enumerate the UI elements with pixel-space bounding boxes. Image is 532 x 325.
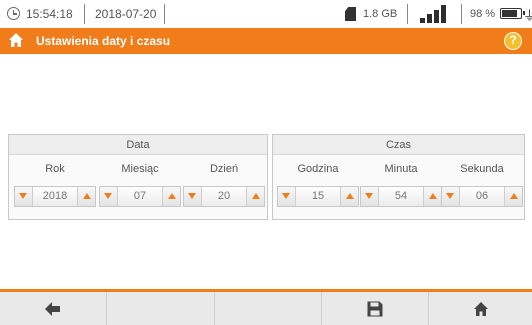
hour-increment-button[interactable] — [342, 187, 358, 206]
bottom-toolbar — [0, 289, 532, 325]
time-panel: Czas Godzina 15 Minuta 54 Sekunda 06 — [272, 134, 525, 220]
date-time-settings-screen: { "status_bar": { "time": "15:54:18", "d… — [0, 0, 532, 325]
save-button[interactable] — [322, 292, 429, 325]
hour-label: Godzina — [297, 163, 339, 175]
empty-button-2[interactable] — [107, 292, 215, 325]
plug-icon: ⏚ — [523, 8, 532, 23]
home-icon[interactable] — [8, 32, 24, 48]
status-separator — [407, 4, 408, 24]
day-value[interactable]: 20 — [201, 187, 247, 206]
title-bar: Ustawienia daty i czasu ? — [0, 28, 532, 54]
clock-icon — [7, 7, 20, 20]
year-field: Rok 2018 — [14, 163, 96, 213]
day-increment-button[interactable] — [248, 187, 264, 206]
home-icon — [473, 301, 488, 316]
day-decrement-button[interactable] — [184, 187, 200, 206]
year-value[interactable]: 2018 — [32, 187, 78, 206]
minute-label: Minuta — [384, 163, 418, 175]
hour-value[interactable]: 15 — [295, 187, 341, 206]
month-decrement-button[interactable] — [100, 187, 116, 206]
status-separator — [84, 4, 85, 24]
month-field: Miesiąc 07 — [99, 163, 181, 213]
day-spinner: 20 — [183, 186, 265, 207]
second-spinner: 06 — [441, 186, 523, 207]
signal-icon — [420, 5, 450, 23]
second-value[interactable]: 06 — [459, 187, 505, 206]
date-panel: Data Rok 2018 Miesiąc 07 Dzień 20 — [8, 134, 268, 220]
minute-increment-button[interactable] — [425, 187, 441, 206]
status-separator — [461, 4, 462, 24]
month-increment-button[interactable] — [164, 187, 180, 206]
page-title: Ustawienia daty i czasu — [36, 34, 171, 48]
date-panel-title: Data — [9, 135, 267, 155]
storage-free: 1.8 GB — [363, 8, 398, 20]
back-button[interactable] — [0, 292, 107, 325]
status-bar: 15:54:18 2018-07-20 1.8 GB 98 % ⏚ — [0, 0, 532, 28]
status-date: 2018-07-20 — [95, 7, 157, 21]
day-label: Dzień — [209, 163, 239, 175]
back-arrow-icon — [45, 301, 60, 316]
second-decrement-button[interactable] — [442, 187, 458, 206]
month-spinner: 07 — [99, 186, 181, 207]
second-label: Sekunda — [460, 163, 504, 175]
year-increment-button[interactable] — [79, 187, 95, 206]
year-decrement-button[interactable] — [15, 187, 31, 206]
home-button[interactable] — [429, 292, 532, 325]
minute-decrement-button[interactable] — [361, 187, 377, 206]
day-field: Dzień 20 — [183, 163, 265, 213]
hour-decrement-button[interactable] — [278, 187, 294, 206]
help-icon[interactable]: ? — [504, 32, 522, 50]
save-icon — [367, 301, 383, 316]
status-time: 15:54:18 — [26, 7, 73, 21]
hour-spinner: 15 — [277, 186, 359, 207]
hour-field: Godzina 15 — [277, 163, 359, 213]
battery-percent: 98 % — [470, 8, 496, 20]
second-field: Sekunda 06 — [441, 163, 523, 213]
status-separator — [164, 4, 165, 24]
month-label: Miesiąc — [121, 163, 159, 175]
minute-spinner: 54 — [360, 186, 442, 207]
year-spinner: 2018 — [14, 186, 96, 207]
minute-value[interactable]: 54 — [378, 187, 424, 206]
battery-icon — [500, 8, 525, 19]
empty-button-3[interactable] — [215, 292, 322, 325]
sd-card-icon — [345, 7, 356, 21]
month-value[interactable]: 07 — [117, 187, 163, 206]
second-increment-button[interactable] — [506, 187, 522, 206]
minute-field: Minuta 54 — [360, 163, 442, 213]
year-label: Rok — [45, 163, 65, 175]
time-panel-title: Czas — [273, 135, 524, 155]
